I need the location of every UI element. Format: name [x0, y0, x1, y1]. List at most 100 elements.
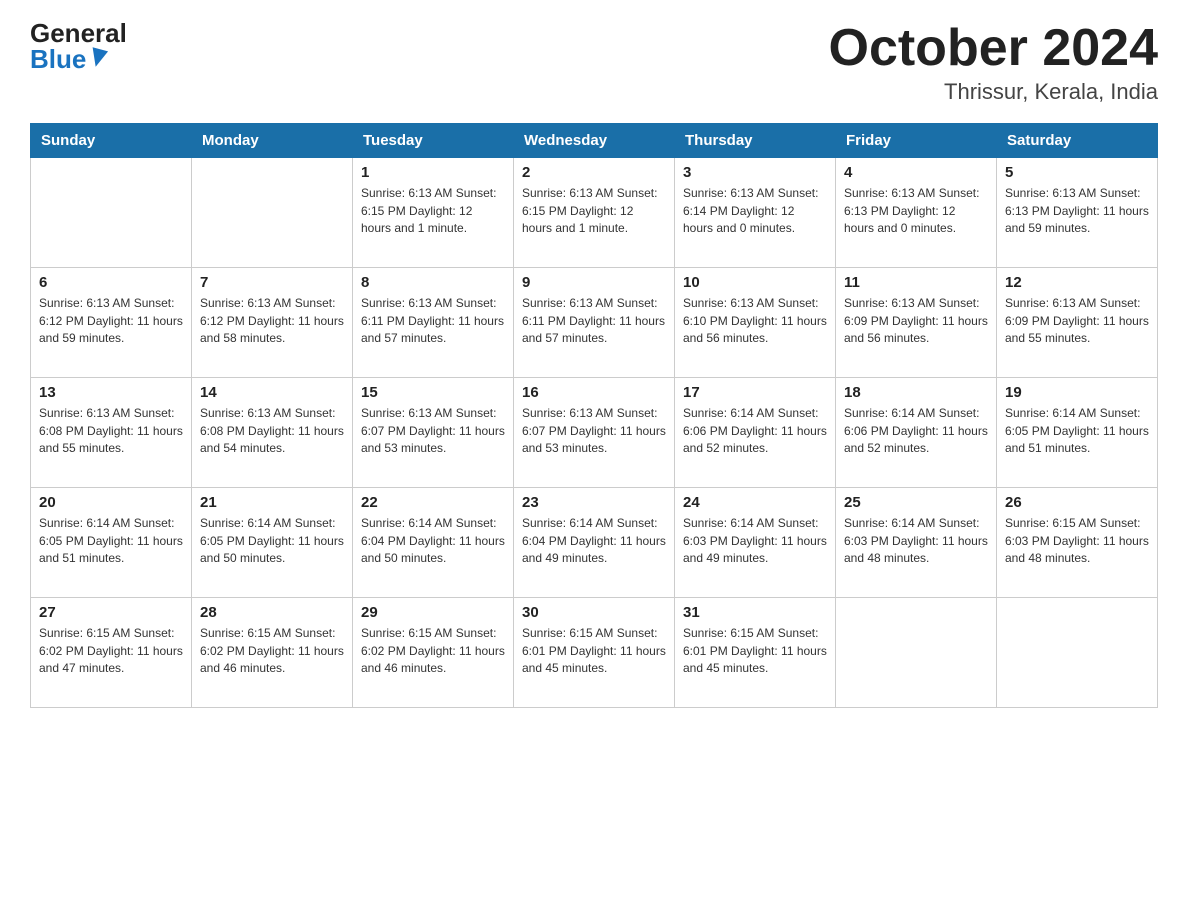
- logo-triangle-icon: [88, 47, 108, 69]
- day-number: 27: [39, 604, 183, 621]
- day-number: 15: [361, 384, 505, 401]
- day-number: 29: [361, 604, 505, 621]
- day-info: Sunrise: 6:13 AM Sunset: 6:08 PM Dayligh…: [200, 405, 344, 457]
- weekday-header-wednesday: Wednesday: [514, 124, 675, 158]
- day-number: 2: [522, 164, 666, 181]
- week-row-5: 27 Sunrise: 6:15 AM Sunset: 6:02 PM Dayli…: [31, 598, 1158, 708]
- day-info: Sunrise: 6:13 AM Sunset: 6:12 PM Dayligh…: [39, 295, 183, 347]
- day-number: 9: [522, 274, 666, 291]
- day-number: 10: [683, 274, 827, 291]
- month-title: October 2024: [829, 20, 1159, 77]
- day-info: Sunrise: 6:14 AM Sunset: 6:05 PM Dayligh…: [200, 515, 344, 567]
- day-number: 22: [361, 494, 505, 511]
- day-cell: 8 Sunrise: 6:13 AM Sunset: 6:11 PM Daylig…: [353, 268, 514, 378]
- day-cell: 3Sunrise: 6:13 AM Sunset: 6:14 PM Daylig…: [675, 158, 836, 268]
- day-number: 20: [39, 494, 183, 511]
- day-info: Sunrise: 6:15 AM Sunset: 6:02 PM Dayligh…: [39, 625, 183, 677]
- day-number: 7: [200, 274, 344, 291]
- day-cell: 6 Sunrise: 6:13 AM Sunset: 6:12 PM Daylig…: [31, 268, 192, 378]
- day-number: 24: [683, 494, 827, 511]
- day-info: Sunrise: 6:14 AM Sunset: 6:03 PM Dayligh…: [844, 515, 988, 567]
- day-number: 16: [522, 384, 666, 401]
- day-cell: 16 Sunrise: 6:13 AM Sunset: 6:07 PM Dayli…: [514, 378, 675, 488]
- logo-blue: Blue: [30, 46, 86, 72]
- day-number: 12: [1005, 274, 1149, 291]
- day-info: Sunrise: 6:14 AM Sunset: 6:06 PM Dayligh…: [683, 405, 827, 457]
- day-number: 1: [361, 164, 505, 181]
- day-info: Sunrise: 6:13 AM Sunset: 6:15 PM Dayligh…: [522, 185, 666, 237]
- day-info: Sunrise: 6:14 AM Sunset: 6:03 PM Dayligh…: [683, 515, 827, 567]
- week-row-4: 20 Sunrise: 6:14 AM Sunset: 6:05 PM Dayli…: [31, 488, 1158, 598]
- weekday-header-friday: Friday: [836, 124, 997, 158]
- day-cell: 9 Sunrise: 6:13 AM Sunset: 6:11 PM Daylig…: [514, 268, 675, 378]
- day-cell: 28Sunrise: 6:15 AM Sunset: 6:02 PM Dayli…: [192, 598, 353, 708]
- day-number: 6: [39, 274, 183, 291]
- day-cell: 12Sunrise: 6:13 AM Sunset: 6:09 PM Dayli…: [997, 268, 1158, 378]
- day-cell: 22 Sunrise: 6:14 AM Sunset: 6:04 PM Dayli…: [353, 488, 514, 598]
- day-number: 25: [844, 494, 988, 511]
- logo-general: General: [30, 20, 127, 46]
- weekday-header-tuesday: Tuesday: [353, 124, 514, 158]
- calendar-table: SundayMondayTuesdayWednesdayThursdayFrid…: [30, 123, 1158, 708]
- day-cell: 10Sunrise: 6:13 AM Sunset: 6:10 PM Dayli…: [675, 268, 836, 378]
- week-row-3: 13Sunrise: 6:13 AM Sunset: 6:08 PM Dayli…: [31, 378, 1158, 488]
- day-cell: [31, 158, 192, 268]
- day-number: 14: [200, 384, 344, 401]
- day-number: 8: [361, 274, 505, 291]
- week-row-2: 6 Sunrise: 6:13 AM Sunset: 6:12 PM Daylig…: [31, 268, 1158, 378]
- day-cell: 31Sunrise: 6:15 AM Sunset: 6:01 PM Dayli…: [675, 598, 836, 708]
- day-cell: [997, 598, 1158, 708]
- day-number: 30: [522, 604, 666, 621]
- day-number: 26: [1005, 494, 1149, 511]
- location-title: Thrissur, Kerala, India: [829, 79, 1159, 105]
- logo: General Blue: [30, 20, 127, 72]
- day-info: Sunrise: 6:13 AM Sunset: 6:11 PM Dayligh…: [361, 295, 505, 347]
- title-section: October 2024 Thrissur, Kerala, India: [829, 20, 1159, 105]
- day-cell: 17 Sunrise: 6:14 AM Sunset: 6:06 PM Dayli…: [675, 378, 836, 488]
- day-info: Sunrise: 6:15 AM Sunset: 6:01 PM Dayligh…: [683, 625, 827, 677]
- day-number: 3: [683, 164, 827, 181]
- day-number: 18: [844, 384, 988, 401]
- day-cell: 1 Sunrise: 6:13 AM Sunset: 6:15 PM Daylig…: [353, 158, 514, 268]
- day-cell: 25 Sunrise: 6:14 AM Sunset: 6:03 PM Dayli…: [836, 488, 997, 598]
- day-cell: 23 Sunrise: 6:14 AM Sunset: 6:04 PM Dayli…: [514, 488, 675, 598]
- day-cell: 29Sunrise: 6:15 AM Sunset: 6:02 PM Dayli…: [353, 598, 514, 708]
- day-info: Sunrise: 6:15 AM Sunset: 6:01 PM Dayligh…: [522, 625, 666, 677]
- day-info: Sunrise: 6:14 AM Sunset: 6:05 PM Dayligh…: [39, 515, 183, 567]
- day-info: Sunrise: 6:14 AM Sunset: 6:04 PM Dayligh…: [361, 515, 505, 567]
- weekday-header-sunday: Sunday: [31, 124, 192, 158]
- day-cell: 30 Sunrise: 6:15 AM Sunset: 6:01 PM Dayli…: [514, 598, 675, 708]
- day-number: 17: [683, 384, 827, 401]
- day-info: Sunrise: 6:15 AM Sunset: 6:03 PM Dayligh…: [1005, 515, 1149, 567]
- day-number: 23: [522, 494, 666, 511]
- day-info: Sunrise: 6:14 AM Sunset: 6:04 PM Dayligh…: [522, 515, 666, 567]
- day-info: Sunrise: 6:14 AM Sunset: 6:05 PM Dayligh…: [1005, 405, 1149, 457]
- day-cell: 13Sunrise: 6:13 AM Sunset: 6:08 PM Dayli…: [31, 378, 192, 488]
- day-number: 4: [844, 164, 988, 181]
- day-info: Sunrise: 6:13 AM Sunset: 6:07 PM Dayligh…: [361, 405, 505, 457]
- day-cell: 15 Sunrise: 6:13 AM Sunset: 6:07 PM Dayli…: [353, 378, 514, 488]
- day-number: 19: [1005, 384, 1149, 401]
- day-cell: 19 Sunrise: 6:14 AM Sunset: 6:05 PM Dayli…: [997, 378, 1158, 488]
- page-header: General Blue October 2024 Thrissur, Kera…: [30, 20, 1158, 105]
- weekday-header-row: SundayMondayTuesdayWednesdayThursdayFrid…: [31, 124, 1158, 158]
- day-info: Sunrise: 6:13 AM Sunset: 6:07 PM Dayligh…: [522, 405, 666, 457]
- day-number: 28: [200, 604, 344, 621]
- day-cell: 27 Sunrise: 6:15 AM Sunset: 6:02 PM Dayli…: [31, 598, 192, 708]
- weekday-header-thursday: Thursday: [675, 124, 836, 158]
- day-number: 5: [1005, 164, 1149, 181]
- day-cell: 26 Sunrise: 6:15 AM Sunset: 6:03 PM Dayli…: [997, 488, 1158, 598]
- day-info: Sunrise: 6:13 AM Sunset: 6:15 PM Dayligh…: [361, 185, 505, 237]
- day-info: Sunrise: 6:13 AM Sunset: 6:11 PM Dayligh…: [522, 295, 666, 347]
- day-info: Sunrise: 6:13 AM Sunset: 6:13 PM Dayligh…: [1005, 185, 1149, 237]
- day-cell: 21Sunrise: 6:14 AM Sunset: 6:05 PM Dayli…: [192, 488, 353, 598]
- day-cell: 20 Sunrise: 6:14 AM Sunset: 6:05 PM Dayli…: [31, 488, 192, 598]
- day-cell: 2 Sunrise: 6:13 AM Sunset: 6:15 PM Daylig…: [514, 158, 675, 268]
- day-cell: 11Sunrise: 6:13 AM Sunset: 6:09 PM Dayli…: [836, 268, 997, 378]
- week-row-1: 1 Sunrise: 6:13 AM Sunset: 6:15 PM Daylig…: [31, 158, 1158, 268]
- day-cell: 4Sunrise: 6:13 AM Sunset: 6:13 PM Daylig…: [836, 158, 997, 268]
- day-cell: [192, 158, 353, 268]
- day-cell: 24 Sunrise: 6:14 AM Sunset: 6:03 PM Dayli…: [675, 488, 836, 598]
- day-number: 11: [844, 274, 988, 291]
- day-info: Sunrise: 6:14 AM Sunset: 6:06 PM Dayligh…: [844, 405, 988, 457]
